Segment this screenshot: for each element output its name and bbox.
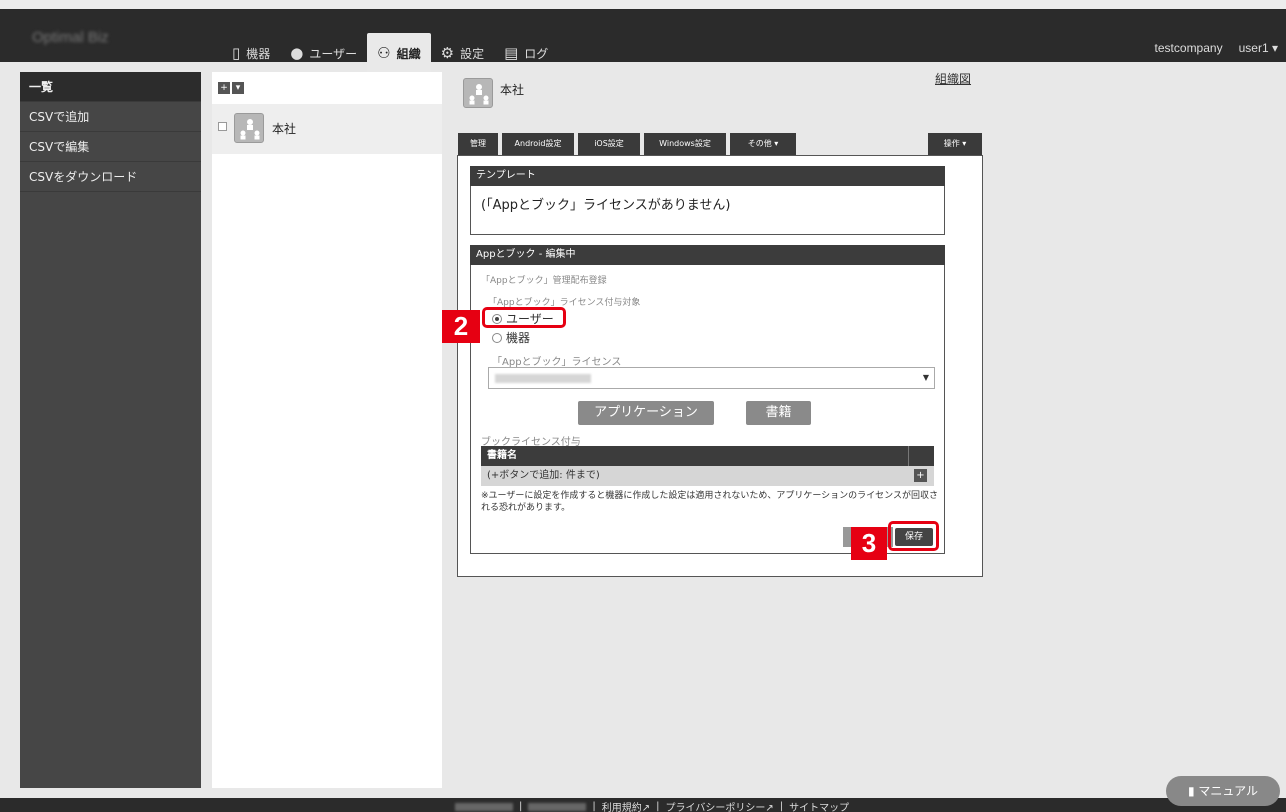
tab-windows[interactable]: Windows設定: [644, 133, 726, 155]
privacy-link[interactable]: プライバシーポリシー↗: [666, 799, 774, 812]
sidebar-item-csv-edit[interactable]: CSVで編集: [20, 132, 201, 162]
apps-books-card-title: Appとブック - 編集中: [470, 245, 945, 265]
tree-toolbar: + ▾: [218, 82, 244, 94]
user-icon: ●: [290, 44, 304, 62]
app-logo[interactable]: Optimal Biz: [32, 29, 109, 46]
add-node-button[interactable]: +: [218, 82, 230, 94]
smartphone-icon: ▯: [232, 44, 241, 62]
chevron-down-icon: ▾: [1271, 41, 1278, 55]
nav-devices[interactable]: ▯ 機器: [222, 33, 280, 73]
company-name: testcompany: [1154, 41, 1223, 55]
applications-button[interactable]: アプリケーション: [578, 401, 714, 425]
external-link-icon: ↗: [641, 803, 651, 812]
org-chart-link[interactable]: 組織図: [935, 70, 971, 87]
license-warning-note: ※ユーザーに設定を作成すると機器に作成した設定は適用されないため、アプリケーショ…: [481, 491, 939, 513]
nav-users[interactable]: ● ユーザー: [280, 33, 367, 73]
tab-android[interactable]: Android設定: [502, 133, 574, 155]
template-card-text: (「Appとブック」ライセンスがありません): [481, 198, 731, 213]
step-badge-3: 3: [851, 527, 887, 560]
license-select-value: [495, 374, 591, 383]
document-icon: ▤: [504, 44, 519, 62]
book-table-divider: [908, 446, 909, 466]
sitemap-link[interactable]: サイトマップ: [789, 799, 849, 812]
footer-links: | | 利用規約↗ | プライバシーポリシー↗ | サイトマップ: [455, 799, 849, 812]
books-button[interactable]: 書籍: [746, 401, 811, 425]
sidebar-item-csv-download[interactable]: CSVをダウンロード: [20, 162, 201, 192]
radio-device-indicator[interactable]: [492, 332, 502, 343]
group-icon: ⚇: [377, 44, 391, 62]
account-area: testcompany user1 ▾: [1155, 41, 1278, 55]
operations-menu[interactable]: 操作 ▾: [928, 133, 982, 155]
tree-node-headquarters[interactable]: 本社: [212, 104, 442, 154]
privacy-link-label: プライバシーポリシー: [665, 803, 766, 812]
org-tree-panel: + ▾ 本社: [212, 72, 442, 788]
footer-separator: |: [592, 801, 596, 812]
manual-button[interactable]: ▮ マニュアル: [1166, 776, 1280, 806]
footer-company-link[interactable]: [528, 802, 587, 811]
settings-tabs: 管理 Android設定 iOS設定 Windows設定 その他 ▾ 操作 ▾: [458, 133, 982, 155]
footer-copyright: [455, 802, 513, 811]
template-card: (「Appとブック」ライセンスがありません): [470, 186, 945, 235]
organization-icon: [463, 78, 493, 108]
book-table-row: (+ボタンで追加: 件まで): [481, 466, 934, 486]
license-select[interactable]: ▼: [488, 367, 935, 389]
manual-button-label: マニュアル: [1198, 784, 1259, 798]
nav-users-label: ユーザー: [309, 46, 358, 61]
tree-node-label: 本社: [272, 122, 297, 136]
nav-settings[interactable]: ⚙ 設定: [431, 33, 494, 73]
sidebar-item-list[interactable]: 一覧: [20, 72, 201, 102]
nav-settings-label: 設定: [460, 46, 485, 61]
top-bar: Optimal Biz ▯ 機器 ● ユーザー ⚇ 組織 ⚙ 設定 ▤ ログ t…: [0, 0, 1286, 73]
gear-icon: ⚙: [440, 44, 455, 62]
nav-logs-label: ログ: [524, 46, 549, 61]
highlight-radio-user: [482, 307, 566, 328]
book-table-header: 書籍名: [481, 446, 934, 466]
step-badge-2: 2: [442, 310, 480, 343]
footer: | | 利用規約↗ | プライバシーポリシー↗ | サイトマップ: [0, 798, 1286, 812]
nav-devices-label: 機器: [246, 46, 271, 61]
terms-link-label: 利用規約: [601, 803, 642, 812]
dropdown-arrow-icon: ▼: [922, 373, 929, 382]
book-icon: ▮: [1187, 784, 1195, 798]
footer-separator: |: [656, 801, 660, 812]
tree-node-checkbox[interactable]: [218, 122, 227, 131]
page-title: 本社: [500, 83, 525, 97]
user-menu[interactable]: user1 ▾: [1239, 41, 1278, 55]
external-link-icon: ↗: [765, 803, 774, 812]
tree-menu-button[interactable]: ▾: [232, 82, 244, 94]
user-name: user1: [1238, 41, 1269, 55]
nav-organization-label: 組織: [396, 46, 421, 61]
template-card-title: テンプレート: [470, 166, 945, 186]
main-nav: ▯ 機器 ● ユーザー ⚇ 組織 ⚙ 設定 ▤ ログ: [222, 33, 558, 73]
tab-other[interactable]: その他 ▾: [730, 133, 796, 155]
license-select-label: 「Appとブック」ライセンス: [492, 357, 622, 368]
radio-device[interactable]: 機器: [492, 329, 530, 346]
sidebar-item-csv-add[interactable]: CSVで追加: [20, 102, 201, 132]
add-book-button[interactable]: +: [914, 469, 927, 482]
terms-link[interactable]: 利用規約↗: [602, 799, 650, 812]
vpp-section-label: 「Appとブック」管理配布登録: [481, 276, 607, 286]
tab-ios[interactable]: iOS設定: [578, 133, 640, 155]
sidebar: 一覧 CSVで追加 CSVで編集 CSVをダウンロード: [20, 72, 201, 788]
radio-device-label: 機器: [506, 331, 531, 345]
nav-organization[interactable]: ⚇ 組織: [367, 33, 431, 73]
footer-separator: |: [779, 801, 784, 812]
highlight-save-button: [888, 521, 939, 551]
footer-separator: |: [519, 801, 523, 812]
organization-icon: [234, 113, 264, 143]
tab-management[interactable]: 管理: [458, 133, 498, 155]
nav-logs[interactable]: ▤ ログ: [494, 33, 558, 73]
